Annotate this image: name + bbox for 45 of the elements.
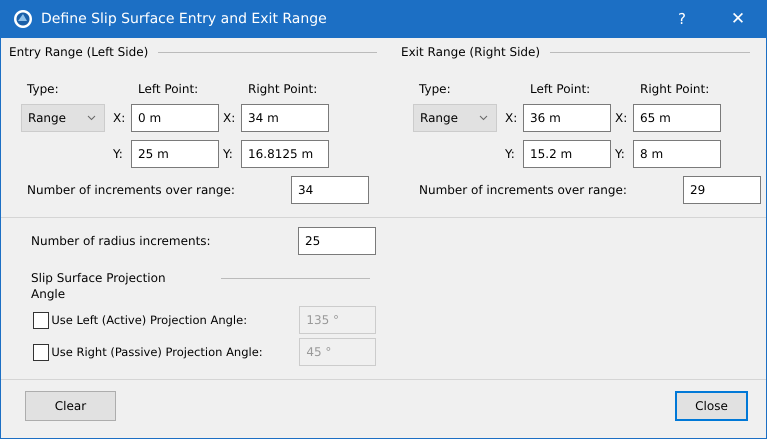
right-x-field[interactable]: 65 m [633, 104, 721, 132]
right-point-label: Right Point: [639, 82, 710, 96]
left-y-field[interactable]: 15.2 m [523, 140, 611, 168]
increments-field[interactable]: 29 [683, 176, 761, 204]
type-dropdown[interactable]: Range [413, 104, 497, 132]
x-label: X: [112, 111, 126, 125]
right-y-field[interactable]: 16.8125 m [241, 140, 329, 168]
checkbox[interactable] [33, 312, 50, 328]
right-point-label: Right Point: [247, 82, 318, 96]
checkbox-label: Use Left (Active) Projection Angle: [51, 313, 248, 327]
left-x-field[interactable]: 0 m [131, 104, 219, 132]
dialog-button[interactable]: Clear [25, 391, 116, 421]
x-label: X: [222, 111, 236, 125]
right-y-field[interactable]: 8 m [633, 140, 721, 168]
group-title: Exit Range (Right Side) [401, 45, 540, 59]
y-label: Y: [614, 147, 626, 161]
increments-label: Number of increments over range: [419, 183, 627, 197]
group-title: Slip Surface Projection Angle [31, 270, 167, 302]
radius-increments-field[interactable]: 25 [298, 227, 376, 255]
left-y-field[interactable]: 25 m [131, 140, 219, 168]
right-x-field[interactable]: 34 m [241, 104, 329, 132]
chevron-icon [479, 115, 488, 121]
checkbox-label: Use Right (Passive) Projection Angle: [51, 345, 264, 359]
x-label: X: [504, 111, 518, 125]
y-label: Y: [504, 147, 516, 161]
radius-increments-label: Number of radius increments: [31, 234, 211, 248]
y-label: Y: [112, 147, 124, 161]
left-point-label: Left Point: [137, 82, 200, 96]
chevron-icon [87, 115, 96, 121]
type-label: Type: [418, 82, 452, 96]
app-icon [13, 9, 33, 29]
type-dropdown[interactable]: Range [21, 104, 105, 132]
increments-field[interactable]: 34 [291, 176, 369, 204]
y-label: Y: [222, 147, 234, 161]
increments-label: Number of increments over range: [27, 183, 235, 197]
left-x-field[interactable]: 36 m [523, 104, 611, 132]
window-title: Define Slip Surface Entry and Exit Range [41, 11, 327, 27]
dialog-button[interactable]: Close [675, 391, 748, 421]
help-button[interactable]: ? [654, 0, 710, 38]
close-button[interactable]: ✕ [710, 0, 766, 38]
x-label: X: [614, 111, 628, 125]
type-label: Type: [26, 82, 60, 96]
group-title: Entry Range (Left Side) [9, 45, 148, 59]
checkbox[interactable] [33, 344, 50, 360]
left-point-label: Left Point: [529, 82, 592, 96]
